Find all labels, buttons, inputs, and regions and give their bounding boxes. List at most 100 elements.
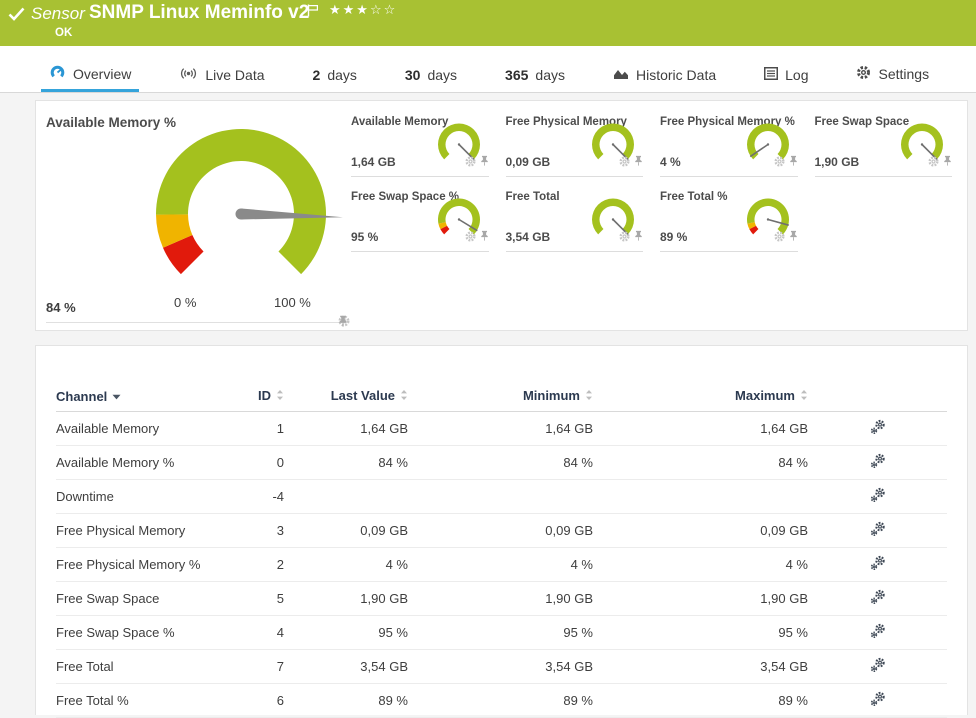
gauge-value: 4 %	[660, 155, 681, 169]
channel-row[interactable]: Free Physical Memory % 2 4 % 4 % 4 %	[56, 547, 947, 582]
channel-name-cell[interactable]: Free Total %	[56, 683, 228, 718]
gauge-tile: Available Memory 1,64 GB	[351, 111, 498, 177]
tab-label: Live Data	[205, 67, 265, 83]
gauge-title: Free Swap Space	[814, 116, 910, 128]
channel-row[interactable]: Free Swap Space 5 1,90 GB 1,90 GB 1,90 G…	[56, 581, 947, 616]
channel-name-cell[interactable]: Free Physical Memory %	[56, 547, 228, 582]
tab-log[interactable]: Log	[761, 67, 811, 83]
channel-settings-gears-icon[interactable]	[870, 487, 886, 506]
pin-icon[interactable]	[789, 229, 798, 247]
channel-row[interactable]: Free Swap Space % 4 95 % 95 % 95 %	[56, 615, 947, 650]
gear-icon[interactable]	[464, 154, 476, 172]
pin-icon[interactable]	[789, 154, 798, 172]
channel-settings-gears-icon[interactable]	[870, 521, 886, 540]
tab-live-data[interactable]: Live Data	[176, 67, 267, 83]
tile-divider	[351, 251, 489, 252]
channel-row[interactable]: Available Memory % 0 84 % 84 % 84 %	[56, 445, 947, 480]
channel-name-cell[interactable]: Available Memory	[56, 411, 228, 446]
pin-icon[interactable]	[634, 229, 643, 247]
channel-settings-gears-icon[interactable]	[870, 453, 886, 472]
gear-icon[interactable]	[619, 154, 630, 172]
channel-name-cell[interactable]: Free Swap Space	[56, 581, 228, 616]
channel-name-cell[interactable]: Free Total	[56, 649, 228, 684]
pin-icon[interactable]	[480, 229, 489, 247]
gear-icon[interactable]	[928, 154, 939, 172]
pin-icon[interactable]	[943, 154, 952, 172]
gear-icon[interactable]	[773, 154, 785, 172]
channel-minimum-cell: 0,09 GB	[408, 513, 593, 548]
gauge-tile: Free Total 3,54 GB	[505, 186, 653, 252]
channel-minimum-cell: 1,64 GB	[408, 411, 593, 446]
priority-stars[interactable]: ★★★☆☆	[329, 3, 397, 18]
gauge-min-label: 0 %	[174, 295, 197, 310]
channel-settings-gears-icon[interactable]	[870, 555, 886, 574]
pin-icon[interactable]	[480, 154, 489, 172]
sort-desc-icon	[112, 388, 121, 403]
channel-id-cell: 7	[228, 649, 284, 684]
tab-label: days	[327, 67, 357, 83]
column-header-maximum[interactable]: Maximum	[593, 383, 808, 412]
channel-maximum-cell: 89 %	[593, 683, 808, 718]
tab-number: 30	[404, 67, 421, 83]
channel-row[interactable]: Free Total % 6 89 % 89 % 89 %	[56, 683, 947, 718]
flag-icon[interactable]	[307, 4, 319, 22]
gauge-tile: Free Swap Space 1,90 GB	[814, 111, 962, 177]
column-header-actions	[808, 383, 947, 412]
channel-last-value-cell: 0,09 GB	[284, 513, 408, 548]
tab-30-days[interactable]: 30 days	[402, 67, 460, 83]
tile-divider	[505, 251, 643, 252]
channel-row[interactable]: Free Total 7 3,54 GB 3,54 GB 3,54 GB	[56, 649, 947, 684]
gauge-value: 1,64 GB	[351, 155, 396, 169]
channel-settings-gears-icon[interactable]	[870, 419, 886, 438]
channel-settings-gears-icon[interactable]	[870, 589, 886, 608]
sort-icon	[800, 389, 808, 404]
channel-name-cell[interactable]: Free Swap Space %	[56, 615, 228, 650]
sort-icon	[400, 389, 408, 404]
channel-last-value-cell: 95 %	[284, 615, 408, 650]
tab-label: Log	[785, 67, 809, 83]
channel-settings-gears-icon[interactable]	[870, 691, 886, 710]
column-header-id[interactable]: ID	[228, 383, 284, 412]
gauge-tile: Free Total % 89 %	[660, 186, 807, 252]
channel-id-cell: 0	[228, 445, 284, 480]
tab-365-days[interactable]: 365 days	[502, 67, 568, 83]
channel-id-cell: -4	[228, 479, 284, 514]
primary-gauge-chart	[155, 128, 343, 275]
channel-last-value-cell: 1,64 GB	[284, 411, 408, 446]
tab-historic-data[interactable]: Historic Data	[610, 67, 719, 83]
table-header-row: Channel ID Last Value Minimum Maximum	[56, 383, 947, 412]
pin-icon[interactable]	[634, 154, 643, 172]
channel-row[interactable]: Available Memory 1 1,64 GB 1,64 GB 1,64 …	[56, 411, 947, 446]
channel-settings-gears-icon[interactable]	[870, 623, 886, 642]
tile-divider	[660, 251, 798, 252]
gauges-panel: Available Memory % 0 % 100 % 84 % Availa…	[35, 100, 968, 331]
object-kind-label: Sensor	[31, 4, 85, 23]
sensor-status-text: OK	[55, 27, 73, 39]
sort-icon	[585, 389, 593, 404]
gear-icon[interactable]	[464, 229, 476, 247]
gauge-tile: Free Swap Space % 95 %	[351, 186, 498, 252]
channel-name-cell[interactable]: Free Physical Memory	[56, 513, 228, 548]
gear-icon[interactable]	[619, 229, 630, 247]
mini-gauges-grid: Available Memory 1,64 GB Free Physical M…	[351, 111, 961, 252]
gauge-value: 1,90 GB	[814, 155, 860, 169]
tab-2-days[interactable]: 2 days	[310, 67, 360, 83]
tab-settings[interactable]: Settings	[853, 65, 932, 83]
column-header-minimum[interactable]: Minimum	[408, 383, 593, 412]
gauge-title: Free Total %	[660, 191, 728, 203]
tab-label: Settings	[878, 66, 930, 82]
channel-name-cell[interactable]: Available Memory %	[56, 445, 228, 480]
column-header-last-value[interactable]: Last Value	[284, 383, 408, 412]
channel-name-cell[interactable]: Downtime	[56, 479, 228, 514]
column-header-channel[interactable]: Channel	[56, 383, 228, 412]
channel-row[interactable]: Downtime -4	[56, 479, 947, 514]
tab-number: 2	[312, 67, 321, 83]
gauge-value: 0,09 GB	[505, 155, 551, 169]
tab-overview[interactable]: Overview	[40, 65, 140, 92]
gear-icon[interactable]	[773, 229, 785, 247]
channel-settings-gears-icon[interactable]	[870, 657, 886, 676]
channel-maximum-cell: 0,09 GB	[593, 513, 808, 548]
historic-chart-icon	[613, 67, 629, 83]
channel-minimum-cell	[408, 479, 593, 514]
channel-row[interactable]: Free Physical Memory 3 0,09 GB 0,09 GB 0…	[56, 513, 947, 548]
